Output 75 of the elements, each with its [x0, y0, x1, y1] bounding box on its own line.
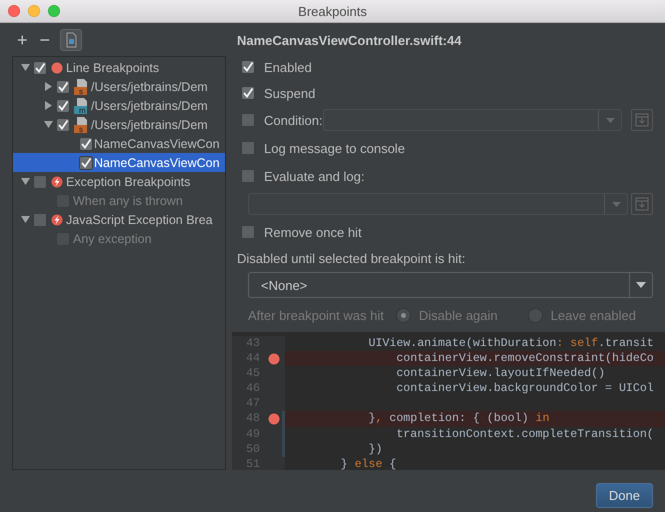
checkbox[interactable] — [79, 156, 93, 170]
checkbox[interactable] — [241, 225, 255, 239]
expand-editor-button[interactable] — [631, 193, 653, 215]
checkbox[interactable] — [56, 80, 70, 94]
option-label: Condition: — [264, 112, 323, 128]
checkbox[interactable] — [33, 60, 47, 74]
checkbox[interactable] — [33, 174, 47, 188]
breakpoint-title: NameCanvasViewController.swift:44 — [237, 33, 462, 49]
tree-item-label: Exception Breakpoints — [66, 174, 190, 188]
code-line: transitionContext.completeTransition( — [395, 426, 655, 442]
checkbox[interactable] — [241, 113, 255, 127]
tree-item-label: NameCanvasViewCon — [94, 136, 220, 150]
option-label: Log message to console — [264, 140, 405, 156]
tree-item-label: Any exception — [73, 232, 152, 246]
expand-editor-button[interactable] — [631, 109, 653, 131]
tree-row[interactable]: NameCanvasViewCon — [13, 153, 225, 172]
tree-item-label: /Users/jetbrains/Dem — [91, 98, 208, 112]
tree-item-label: Line Breakpoints — [66, 60, 160, 74]
tree-item-label: /Users/jetbrains/Dem — [91, 80, 208, 94]
checkbox[interactable] — [241, 141, 255, 155]
condition-field[interactable] — [322, 109, 622, 131]
code-line: containerView.layoutIfNeeded() — [395, 366, 606, 382]
checkbox[interactable] — [241, 60, 255, 74]
radio-label: Leave enabled — [550, 308, 636, 322]
option-label: Evaluate and log: — [264, 168, 364, 184]
checkbox[interactable] — [241, 169, 255, 183]
disclosure-triangle-icon[interactable] — [20, 63, 30, 72]
tree-item-label: NameCanvasViewCon — [94, 156, 220, 170]
tree-row[interactable]: Line Breakpoints — [13, 58, 225, 77]
expression-field[interactable] — [248, 193, 628, 215]
dependency-label: Disabled until selected breakpoint is hit: — [237, 250, 466, 268]
checkbox[interactable] — [241, 86, 255, 100]
checkbox[interactable] — [56, 98, 70, 112]
window-title: Breakpoints — [298, 4, 367, 18]
tree-row[interactable]: NameCanvasViewCon — [13, 134, 225, 153]
option-label: Enabled — [264, 60, 312, 74]
close-button[interactable] — [8, 5, 20, 17]
option-label: Suspend — [264, 86, 316, 100]
tree-item-label: When any is thrown — [73, 194, 183, 208]
group-toggle-button[interactable] — [60, 28, 82, 50]
option-label: Remove once hit — [264, 224, 362, 240]
breakpoint-dot-icon[interactable] — [268, 352, 280, 365]
code-line: } else { — [340, 456, 398, 470]
tree-item-label: JavaScript Exception Brea — [66, 212, 213, 226]
add-button[interactable]: + — [15, 30, 30, 48]
remove-button[interactable]: − — [38, 30, 52, 48]
expand-icon — [635, 197, 649, 211]
after-hit-label: After breakpoint was hit — [248, 308, 384, 322]
disclosure-triangle-icon[interactable] — [20, 177, 30, 186]
expand-icon — [635, 113, 649, 127]
lightning-icon — [51, 214, 63, 226]
tree-row[interactable]: JavaScript Exception Brea — [13, 210, 225, 229]
tree-item-label: /Users/jetbrains/Dem — [91, 118, 208, 132]
breakpoint-dot-icon[interactable] — [268, 413, 280, 426]
checkbox[interactable] — [33, 212, 47, 226]
code-line: }) — [367, 442, 384, 457]
zoom-button[interactable] — [48, 5, 60, 17]
checkbox[interactable] — [79, 136, 93, 150]
tree-row[interactable]: s /Users/jetbrains/Dem — [13, 115, 225, 134]
tree-row[interactable]: m /Users/jetbrains/Dem — [13, 96, 225, 115]
checkbox[interactable] — [56, 118, 70, 132]
code-line: UIView.animate(withDuration: self.transit — [367, 336, 655, 352]
code-line: containerView.backgroundColor = UICol — [395, 381, 655, 396]
disclosure-triangle-icon[interactable] — [44, 82, 52, 91]
radio-label: Disable again — [418, 308, 498, 322]
disclosure-triangle-icon[interactable] — [44, 101, 52, 110]
file-icon — [65, 32, 78, 48]
disclosure-triangle-icon[interactable] — [44, 120, 52, 129]
done-button[interactable]: Done — [596, 483, 653, 508]
breakpoint-dot-icon — [51, 62, 63, 74]
tree-row[interactable]: Exception Breakpoints — [13, 172, 225, 191]
dropdown-arrow-icon[interactable] — [636, 282, 646, 288]
tree-row[interactable]: s /Users/jetbrains/Dem — [13, 77, 225, 96]
lightning-icon — [51, 176, 63, 188]
disclosure-triangle-icon[interactable] — [20, 215, 30, 224]
